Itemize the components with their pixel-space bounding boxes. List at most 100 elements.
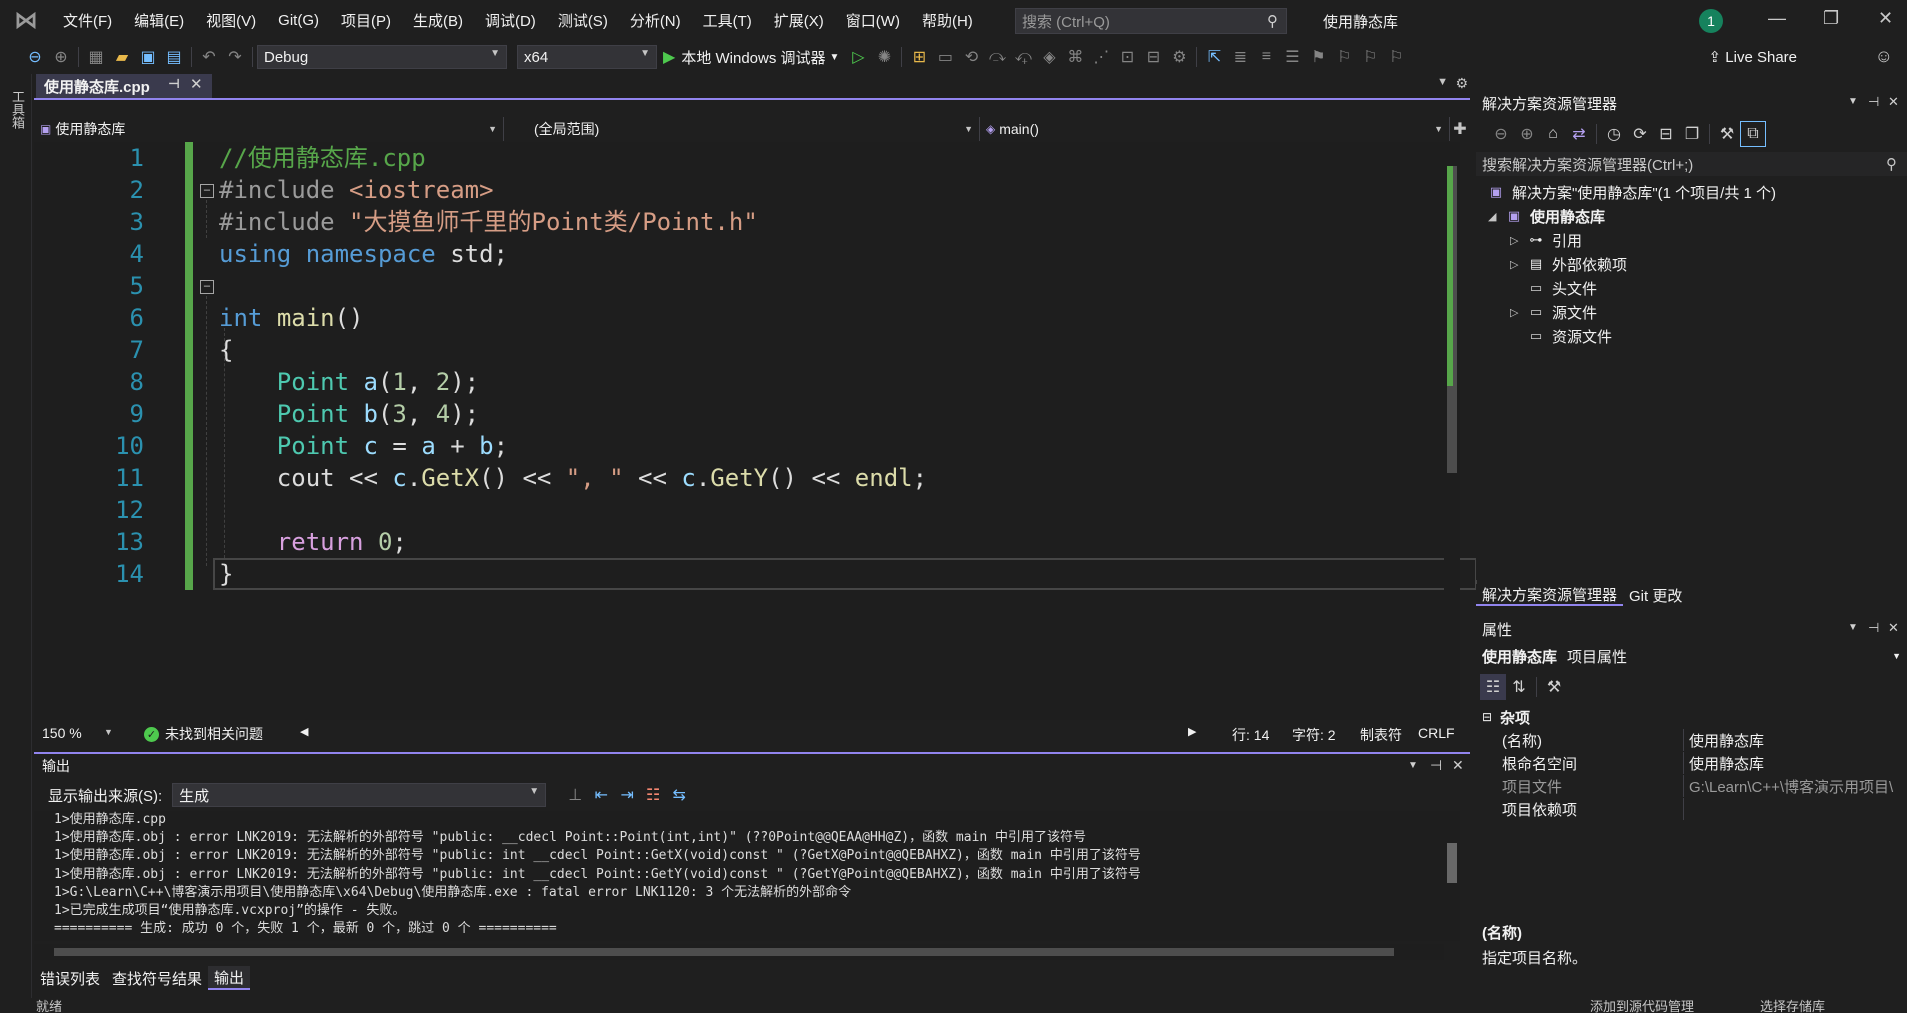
next-bookmark-icon[interactable]: ⚐ (1357, 44, 1383, 70)
toolbox-tab[interactable]: 工具箱 (8, 90, 27, 129)
output-source-select[interactable]: 生成 ▼ (172, 783, 547, 807)
close-icon[interactable]: ✕ (1452, 757, 1464, 774)
cursor-icon[interactable]: ⇱ (1201, 44, 1227, 70)
menu-analyze[interactable]: 分析(N) (619, 0, 692, 40)
minimize-icon[interactable]: — (1768, 8, 1786, 29)
tree-node-external-deps[interactable]: ▷ ▤ 外部依赖项 (1510, 252, 1627, 276)
save-icon[interactable]: ▣ (135, 44, 161, 70)
code-editor[interactable]: 1 2 3 4 5 6 7 8 9 10 11 12 13 14 − − //使… (34, 142, 1477, 720)
output-text-area[interactable]: 1>使用静态库.cpp 1>使用静态库.obj : error LNK2019:… (34, 811, 1444, 941)
property-value[interactable]: 使用静态库 (1689, 753, 1907, 774)
gear-icon[interactable]: ⚙ (1455, 75, 1468, 92)
tree-node-references[interactable]: ▷ ⊶ 引用 (1510, 228, 1582, 252)
visual-studio-logo-icon[interactable]: ⋈ (0, 0, 52, 40)
undo-icon[interactable]: ↶ (196, 44, 222, 70)
menu-tools[interactable]: 工具(T) (692, 0, 763, 40)
pin-icon[interactable]: ⊣ (168, 76, 180, 92)
add-to-source-control-button[interactable]: 添加到源代码管理 (1590, 996, 1694, 1013)
account-icon[interactable]: ☺ (1875, 46, 1893, 67)
uncomment-icon[interactable]: ☰ (1279, 44, 1305, 70)
categorized-icon[interactable]: ☷ (1480, 674, 1506, 700)
tab-solution-explorer[interactable]: 解决方案资源管理器 (1476, 584, 1624, 606)
issues-indicator[interactable]: ✓ 未找到相关问题 (144, 724, 263, 744)
hot-reload-icon[interactable]: ✺ (871, 44, 897, 70)
memory-icon[interactable]: ⊟ (1140, 44, 1166, 70)
switch-view-icon[interactable]: ⇄ (1566, 121, 1592, 147)
output-horizontal-scrollbar[interactable] (34, 944, 1444, 960)
collapse-icon[interactable]: − (200, 280, 214, 294)
close-window-icon[interactable]: ✕ (1878, 8, 1893, 29)
pin-icon[interactable]: ⊣ (1868, 94, 1879, 110)
line-ending[interactable]: CRLF (1418, 725, 1455, 741)
tree-node-header-files[interactable]: ▭ 头文件 (1510, 276, 1597, 300)
menu-project[interactable]: 项目(P) (330, 0, 402, 40)
scrollbar-thumb[interactable] (1447, 843, 1457, 883)
clear-bookmarks-icon[interactable]: ⚐ (1383, 44, 1409, 70)
comment-icon[interactable]: ≡ (1253, 44, 1279, 70)
category-row[interactable]: ⊟ 杂项 (1476, 706, 1907, 728)
expanded-arrow-icon[interactable]: ◢ (1488, 210, 1504, 223)
back-icon[interactable]: ⊖ (22, 44, 48, 70)
browse-folder-icon[interactable]: ⊞ (906, 44, 932, 70)
menu-window[interactable]: 窗口(W) (835, 0, 911, 40)
step-out-icon[interactable]: ⤽ (1010, 44, 1036, 70)
save-all-icon[interactable]: ▤ (161, 44, 187, 70)
char-indicator[interactable]: 字符: 2 (1292, 725, 1336, 745)
format-icon[interactable]: ≣ (1227, 44, 1253, 70)
select-repository-button[interactable]: 选择存储库 (1760, 996, 1825, 1013)
tree-node-resource-files[interactable]: ▭ 资源文件 (1510, 324, 1612, 348)
property-pages-icon[interactable]: ⚒ (1541, 674, 1567, 700)
chevron-down-icon[interactable]: ▼ (1848, 96, 1858, 107)
property-row[interactable]: 项目文件 G:\Learn\C++\博客演示用项目\ (1476, 775, 1907, 797)
collapse-icon[interactable]: ⊟ (1482, 710, 1492, 724)
collapse-icon[interactable]: − (200, 184, 214, 198)
stack-icon[interactable]: ⊡ (1114, 44, 1140, 70)
menu-build[interactable]: 生成(B) (402, 0, 474, 40)
collapsed-arrow-icon[interactable]: ▷ (1510, 234, 1526, 247)
tab-error-list[interactable]: 错误列表 (34, 966, 106, 990)
collapsed-arrow-icon[interactable]: ▷ (1510, 258, 1526, 271)
scope-selector[interactable]: (全局范围) ▼ (504, 117, 980, 141)
menu-extensions[interactable]: 扩展(X) (763, 0, 835, 40)
chevron-down-icon[interactable]: ▼ (1437, 76, 1448, 88)
start-without-debugging-icon[interactable]: ▷ (845, 44, 871, 70)
chevron-down-icon[interactable]: ▼ (104, 727, 113, 737)
menu-git[interactable]: Git(G) (267, 0, 330, 40)
property-value[interactable]: 使用静态库 (1689, 730, 1907, 751)
preview-icon[interactable]: ⧉ (1740, 121, 1766, 147)
property-row[interactable]: 根命名空间 使用静态库 (1476, 752, 1907, 774)
chevron-down-icon[interactable]: ▼ (1408, 760, 1418, 771)
property-value[interactable]: G:\Learn\C++\博客演示用项目\ (1689, 776, 1907, 797)
menu-edit[interactable]: 编辑(E) (123, 0, 195, 40)
tab-find-symbol-results[interactable]: 查找符号结果 (106, 966, 208, 990)
project-selector[interactable]: ▣ 使用静态库 ▼ (34, 117, 504, 141)
output-vertical-scrollbar[interactable] (1444, 811, 1460, 941)
scroll-left-icon[interactable]: ◀ (300, 725, 308, 738)
close-icon[interactable]: ✕ (1888, 620, 1899, 636)
diagnostic-icon[interactable]: ⚙ (1166, 44, 1192, 70)
bookmark-icon[interactable]: ⚑ (1305, 44, 1331, 70)
project-node[interactable]: ◢ ▣ 使用静态库 (1488, 204, 1605, 228)
close-icon[interactable]: ✕ (1888, 94, 1899, 110)
notification-badge[interactable]: 1 (1699, 9, 1723, 33)
show-all-files-icon[interactable]: ❐ (1679, 121, 1705, 147)
editor-vertical-scrollbar[interactable] (1444, 142, 1460, 720)
pending-changes-filter-icon[interactable]: ◷ (1601, 121, 1627, 147)
forward-icon[interactable]: ⊕ (1514, 121, 1540, 147)
properties-object-select[interactable]: 使用静态库 项目属性 ▼ (1476, 644, 1907, 668)
next-message-icon[interactable]: ⇥ (614, 782, 640, 808)
tree-node-source-files[interactable]: ▷ ▭ 源文件 (1510, 300, 1597, 324)
platform-select[interactable]: x64 ▼ (517, 45, 657, 69)
home-icon[interactable]: ⌂ (1540, 121, 1566, 147)
open-folder-icon[interactable]: ▰ (109, 44, 135, 70)
line-indicator[interactable]: 行: 14 (1232, 725, 1269, 745)
step-icon[interactable]: ⟲ (958, 44, 984, 70)
scroll-right-icon[interactable]: ▶ (1188, 725, 1196, 738)
new-project-icon[interactable]: ▦ (83, 44, 109, 70)
exception-icon[interactable]: ⌘ (1062, 44, 1088, 70)
menu-file[interactable]: 文件(F) (52, 0, 123, 40)
breakpoint-icon[interactable]: ◈ (1036, 44, 1062, 70)
indent-mode[interactable]: 制表符 (1360, 725, 1402, 745)
menu-test[interactable]: 测试(S) (547, 0, 619, 40)
word-wrap-icon[interactable]: ⇆ (666, 782, 692, 808)
